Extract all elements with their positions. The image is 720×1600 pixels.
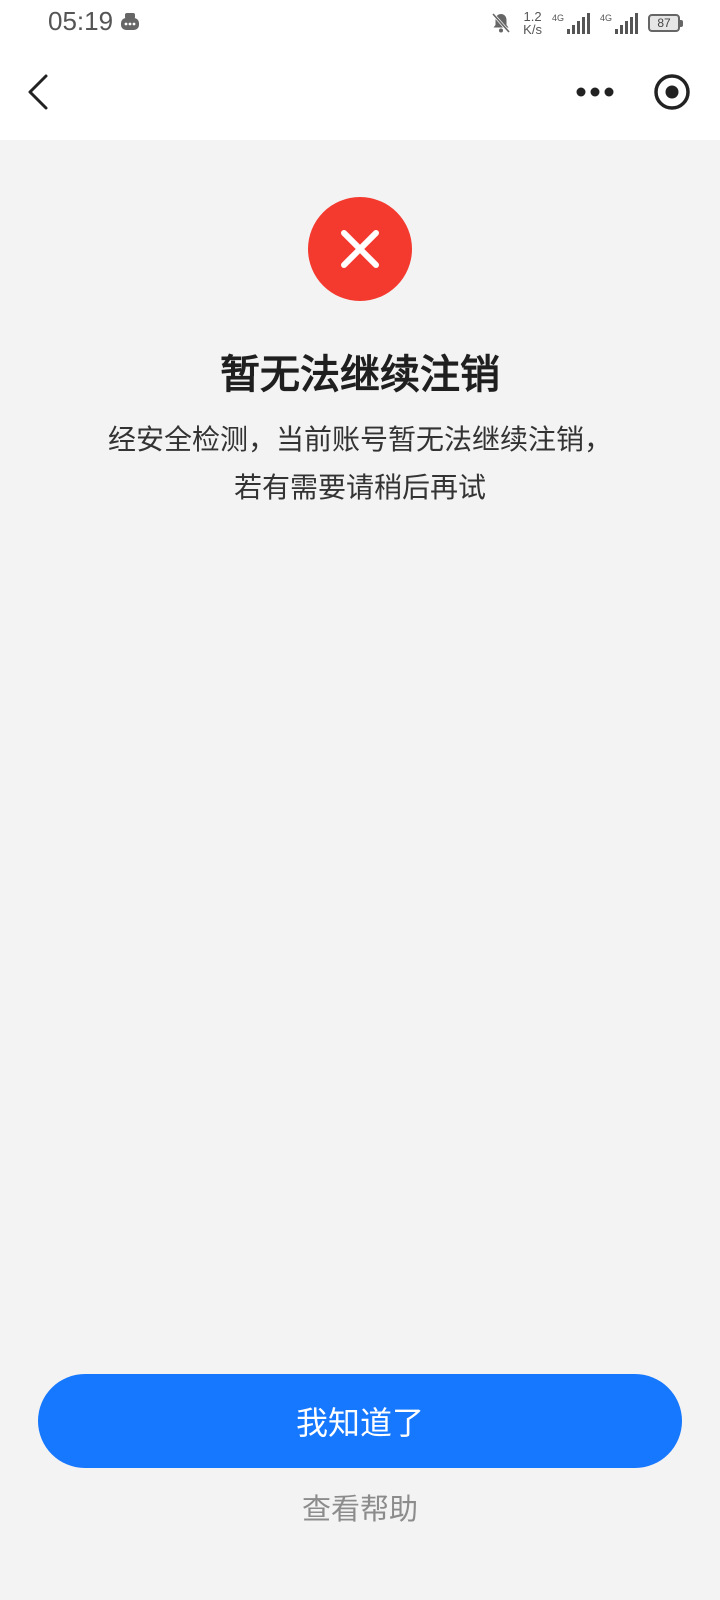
description-line-1: 经安全检测，当前账号暂无法继续注销， (107, 423, 612, 456)
page-title: 暂无法继续注销 (220, 352, 500, 398)
app-notification-icon (121, 13, 139, 30)
signal-strength-2: 4G (599, 12, 638, 34)
back-button[interactable] (18, 68, 58, 116)
bell-off-icon (492, 13, 511, 33)
network-speed: 1.2 K/s (523, 10, 542, 36)
more-dots-icon (576, 87, 614, 97)
chevron-left-icon (28, 74, 48, 110)
status-bar: 05:19 1.2 K/s 4G 4G 87 (0, 0, 720, 44)
close-icon (341, 230, 379, 268)
view-help-link[interactable]: 查看帮助 (0, 1486, 720, 1528)
battery-indicator: 87 (648, 14, 683, 32)
signal-2-label: 4G (599, 12, 612, 23)
network-speed-unit: K/s (523, 22, 542, 37)
close-miniprogram-button[interactable] (652, 72, 692, 112)
target-icon (654, 74, 690, 110)
error-status-icon (308, 197, 412, 301)
status-time: 05:19 (48, 6, 114, 36)
signal-strength-1: 4G (551, 12, 590, 34)
confirm-button[interactable]: 我知道了 (38, 1374, 682, 1468)
description: 经安全检测，当前账号暂无法继续注销， 若有需要请稍后再试 (60, 416, 660, 512)
battery-level: 87 (657, 16, 671, 30)
signal-1-label: 4G (551, 12, 564, 23)
more-button[interactable] (570, 72, 620, 112)
nav-bar (0, 44, 720, 140)
description-line-2: 若有需要请稍后再试 (233, 471, 486, 504)
status-indicators: 1.2 K/s 4G 4G 87 (489, 8, 683, 38)
